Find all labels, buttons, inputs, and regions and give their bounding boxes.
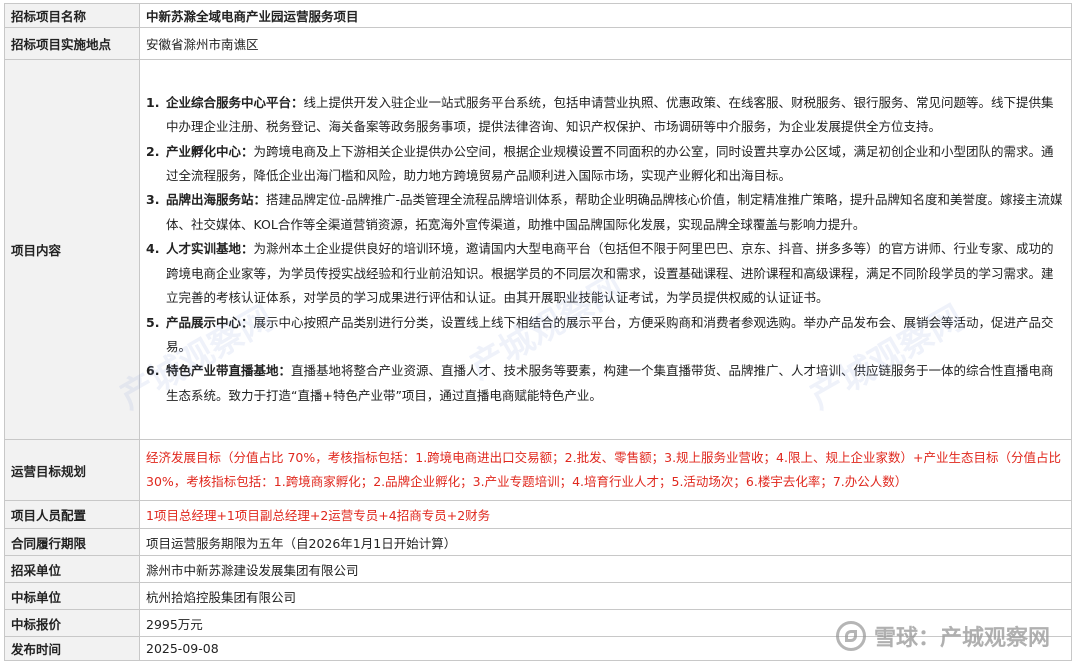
winner-label: 中标单位	[4, 582, 140, 610]
date-label: 发布时间	[4, 636, 140, 661]
goals-label: 运营目标规划	[4, 439, 140, 501]
row-buyer: 招采单位 滁州市中新苏滁建设发展集团有限公司	[4, 555, 1072, 583]
staff-value: 1项目总经理+1项目副总经理+2运营专员+4招商专员+2财务	[139, 500, 1072, 529]
location-label: 招标项目实施地点	[4, 27, 140, 60]
content-item-3: 3. 品牌出海服务站：搭建品牌定位-品牌推广-品类管理全流程品牌培训体系，帮助企业…	[146, 192, 1063, 232]
content-item-2: 2. 产业孵化中心：为跨境电商及上下游相关企业提供办公空间，根据企业规模设置不同面…	[146, 143, 1054, 184]
row-term: 合同履行期限 项目运营服务期限为五年（自2026年1月1日开始计算）	[4, 528, 1072, 556]
buyer-label: 招采单位	[4, 555, 140, 583]
term-value: 项目运营服务期限为五年（自2026年1月1日开始计算）	[139, 528, 1072, 556]
row-goals: 运营目标规划 经济发展目标（分值占比 70%，考核指标包括：1.跨境电商进出口交…	[4, 439, 1072, 501]
buyer-value: 滁州市中新苏滁建设发展集团有限公司	[139, 555, 1072, 583]
content-item-5: 5. 产品展示中心：展示中心按照产品类别进行分类，设置线上线下相结合的展示平台，方…	[146, 314, 1054, 354]
content-list: 1. 企业综合服务中心平台：线上提供开发入驻企业一站式服务平台系统，包括申请营业执…	[146, 91, 1065, 408]
content-item-1: 1. 企业综合服务中心平台：线上提供开发入驻企业一站式服务平台系统，包括申请营业执…	[146, 94, 1054, 135]
footer-watermark: 雪球：产城观察网	[835, 620, 1050, 652]
row-winner: 中标单位 杭州拾焰控股集团有限公司	[4, 582, 1072, 610]
content-value: 1. 企业综合服务中心平台：线上提供开发入驻企业一站式服务平台系统，包括申请营业执…	[139, 59, 1072, 440]
row-content: 项目内容 1. 企业综合服务中心平台：线上提供开发入驻企业一站式服务平台系统，包括…	[4, 59, 1072, 440]
staff-label: 项目人员配置	[4, 500, 140, 529]
row-project-name: 招标项目名称 中新苏滁全域电商产业园运营服务项目	[4, 3, 1072, 28]
project-name-value: 中新苏滁全域电商产业园运营服务项目	[139, 3, 1072, 28]
term-label: 合同履行期限	[4, 528, 140, 556]
row-staff: 项目人员配置 1项目总经理+1项目副总经理+2运营专员+4招商专员+2财务	[4, 500, 1072, 529]
project-name-label: 招标项目名称	[4, 3, 140, 28]
goals-value: 经济发展目标（分值占比 70%，考核指标包括：1.跨境电商进出口交易额；2.批发…	[139, 439, 1072, 501]
content-item-6: 6. 特色产业带直播基地：直播基地将整合产业资源、直播人才、技术服务等要素，构建一…	[146, 363, 1054, 403]
content-item-4: 4. 人才实训基地：为滁州本土企业提供良好的培训环境，邀请国内大型电商平台（包括但…	[146, 241, 1054, 306]
row-location: 招标项目实施地点 安徽省滁州市南谯区	[4, 27, 1072, 60]
location-value: 安徽省滁州市南谯区	[139, 27, 1072, 60]
footer-watermark-text: 雪球：产城观察网	[873, 626, 1050, 651]
price-label: 中标报价	[4, 609, 140, 637]
tender-info-table: 招标项目名称 中新苏滁全域电商产业园运营服务项目 招标项目实施地点 安徽省滁州市…	[4, 3, 1072, 661]
content-label: 项目内容	[4, 59, 140, 440]
winner-value: 杭州拾焰控股集团有限公司	[139, 582, 1072, 610]
snowball-logo-icon	[835, 621, 866, 651]
